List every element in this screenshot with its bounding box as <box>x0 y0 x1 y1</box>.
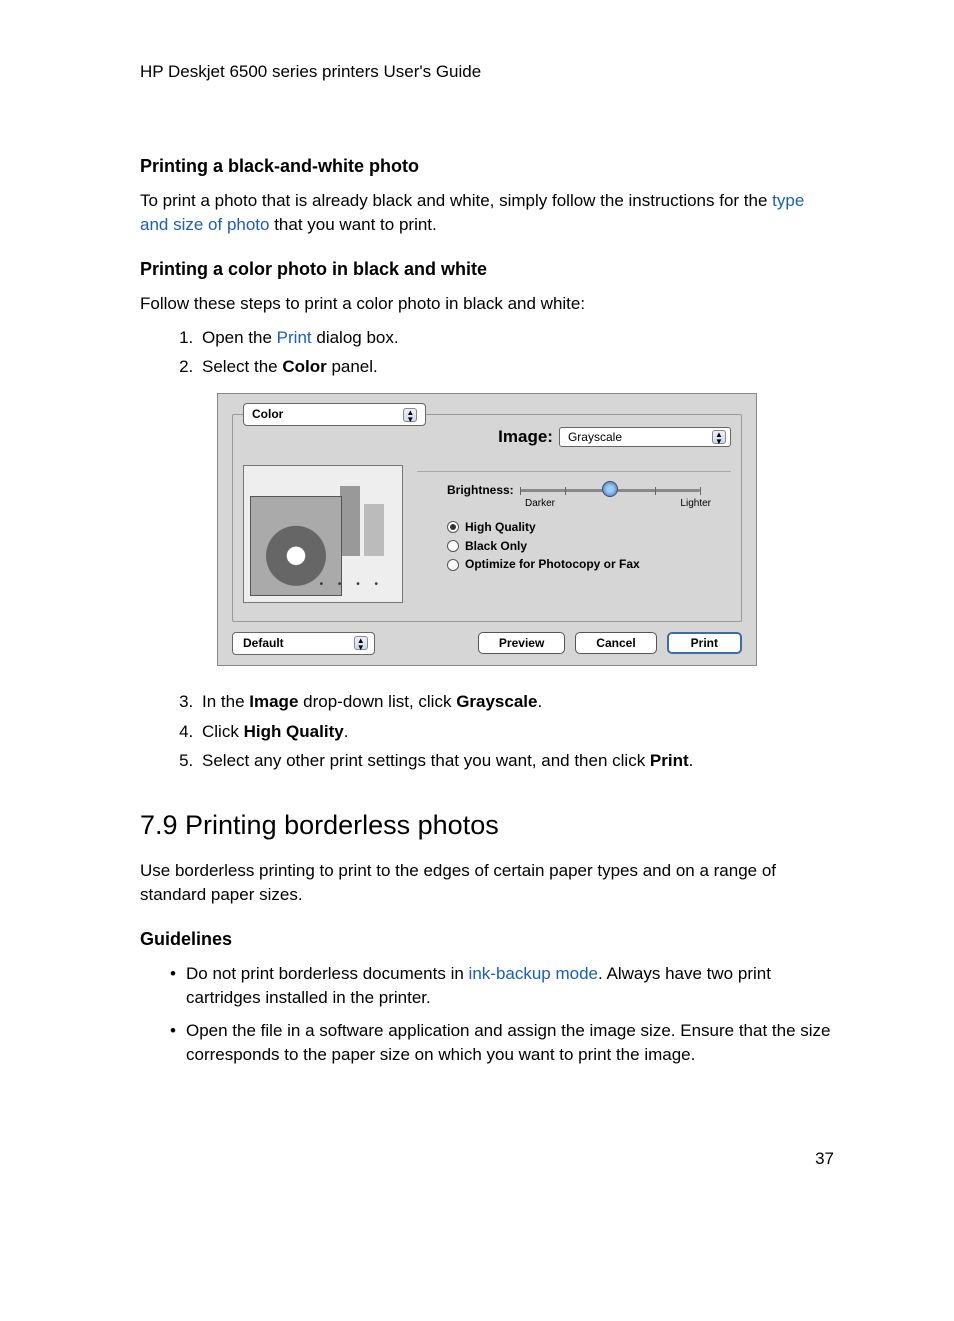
brightness-label: Brightness: <box>447 482 514 499</box>
radio-optimize[interactable]: Optimize for Photocopy or Fax <box>447 556 731 573</box>
radio-high-quality[interactable]: High Quality <box>447 519 731 536</box>
text-bold: Print <box>650 751 689 770</box>
preset-label: Default <box>243 635 284 652</box>
slider-label-darker: Darker <box>525 497 555 511</box>
image-label: Image: <box>498 425 553 449</box>
panel-dropdown-label: Color <box>252 406 283 423</box>
print-dialog-screenshot: Color ▲▼ Image: Grayscale ▲▼ • • • • <box>217 393 757 666</box>
text: that you want to print. <box>269 215 436 234</box>
text-bold: High Quality <box>244 722 344 741</box>
radio-icon <box>447 521 459 533</box>
radio-icon <box>447 559 459 571</box>
guideline-2: Open the file in a software application … <box>170 1019 834 1067</box>
radio-black-only[interactable]: Black Only <box>447 538 731 555</box>
cancel-button[interactable]: Cancel <box>575 632 656 654</box>
panel-dropdown[interactable]: Color ▲▼ <box>243 403 426 426</box>
step-1: Open the Print dialog box. <box>198 326 834 350</box>
step-5: Select any other print settings that you… <box>198 749 834 773</box>
text: panel. <box>327 357 378 376</box>
para-borderless-intro: Use borderless printing to print to the … <box>140 859 834 907</box>
text-bold: Color <box>282 357 326 376</box>
text: dialog box. <box>312 328 399 347</box>
image-dropdown-value: Grayscale <box>568 429 622 446</box>
text: Select any other print settings that you… <box>202 751 650 770</box>
step-3: In the Image drop-down list, click Grays… <box>198 690 834 714</box>
heading-color-bw: Printing a color photo in black and whit… <box>140 257 834 282</box>
guideline-1: Do not print borderless documents in ink… <box>170 962 834 1010</box>
section-title-borderless: 7.9 Printing borderless photos <box>140 807 834 845</box>
radio-icon <box>447 540 459 552</box>
heading-bw-photo: Printing a black-and-white photo <box>140 154 834 179</box>
radio-label: Black Only <box>465 538 527 555</box>
text: . <box>689 751 694 770</box>
text: Do not print borderless documents in <box>186 964 469 983</box>
stepper-icon: ▲▼ <box>354 636 368 650</box>
text: Open the <box>202 328 277 347</box>
text: . <box>344 722 349 741</box>
print-button[interactable]: Print <box>667 632 742 654</box>
text-bold: Grayscale <box>456 692 537 711</box>
slider-thumb[interactable] <box>602 481 618 497</box>
text: Select the <box>202 357 282 376</box>
preset-dropdown[interactable]: Default ▲▼ <box>232 632 375 655</box>
link-print[interactable]: Print <box>277 328 312 347</box>
text: drop-down list, click <box>298 692 456 711</box>
stepper-icon: ▲▼ <box>403 408 417 422</box>
preview-thumbnail: • • • • <box>243 465 403 603</box>
stepper-icon: ▲▼ <box>712 430 726 444</box>
slider-label-lighter: Lighter <box>680 497 711 511</box>
document-header: HP Deskjet 6500 series printers User's G… <box>140 60 834 84</box>
radio-label: Optimize for Photocopy or Fax <box>465 556 640 573</box>
para-steps-intro: Follow these steps to print a color phot… <box>140 292 834 316</box>
image-dropdown[interactable]: Grayscale ▲▼ <box>559 427 731 448</box>
brightness-slider[interactable] <box>520 483 700 497</box>
text: Click <box>202 722 244 741</box>
para-bw-intro: To print a photo that is already black a… <box>140 189 834 237</box>
text-bold: Image <box>249 692 298 711</box>
link-ink-backup[interactable]: ink-backup mode <box>469 964 598 983</box>
page-number: 37 <box>140 1147 834 1171</box>
radio-label: High Quality <box>465 519 536 536</box>
text: To print a photo that is already black a… <box>140 191 772 210</box>
heading-guidelines: Guidelines <box>140 927 834 952</box>
text: . <box>537 692 542 711</box>
step-4: Click High Quality. <box>198 720 834 744</box>
preview-button[interactable]: Preview <box>478 632 565 654</box>
text: In the <box>202 692 249 711</box>
step-2: Select the Color panel. <box>198 355 834 379</box>
